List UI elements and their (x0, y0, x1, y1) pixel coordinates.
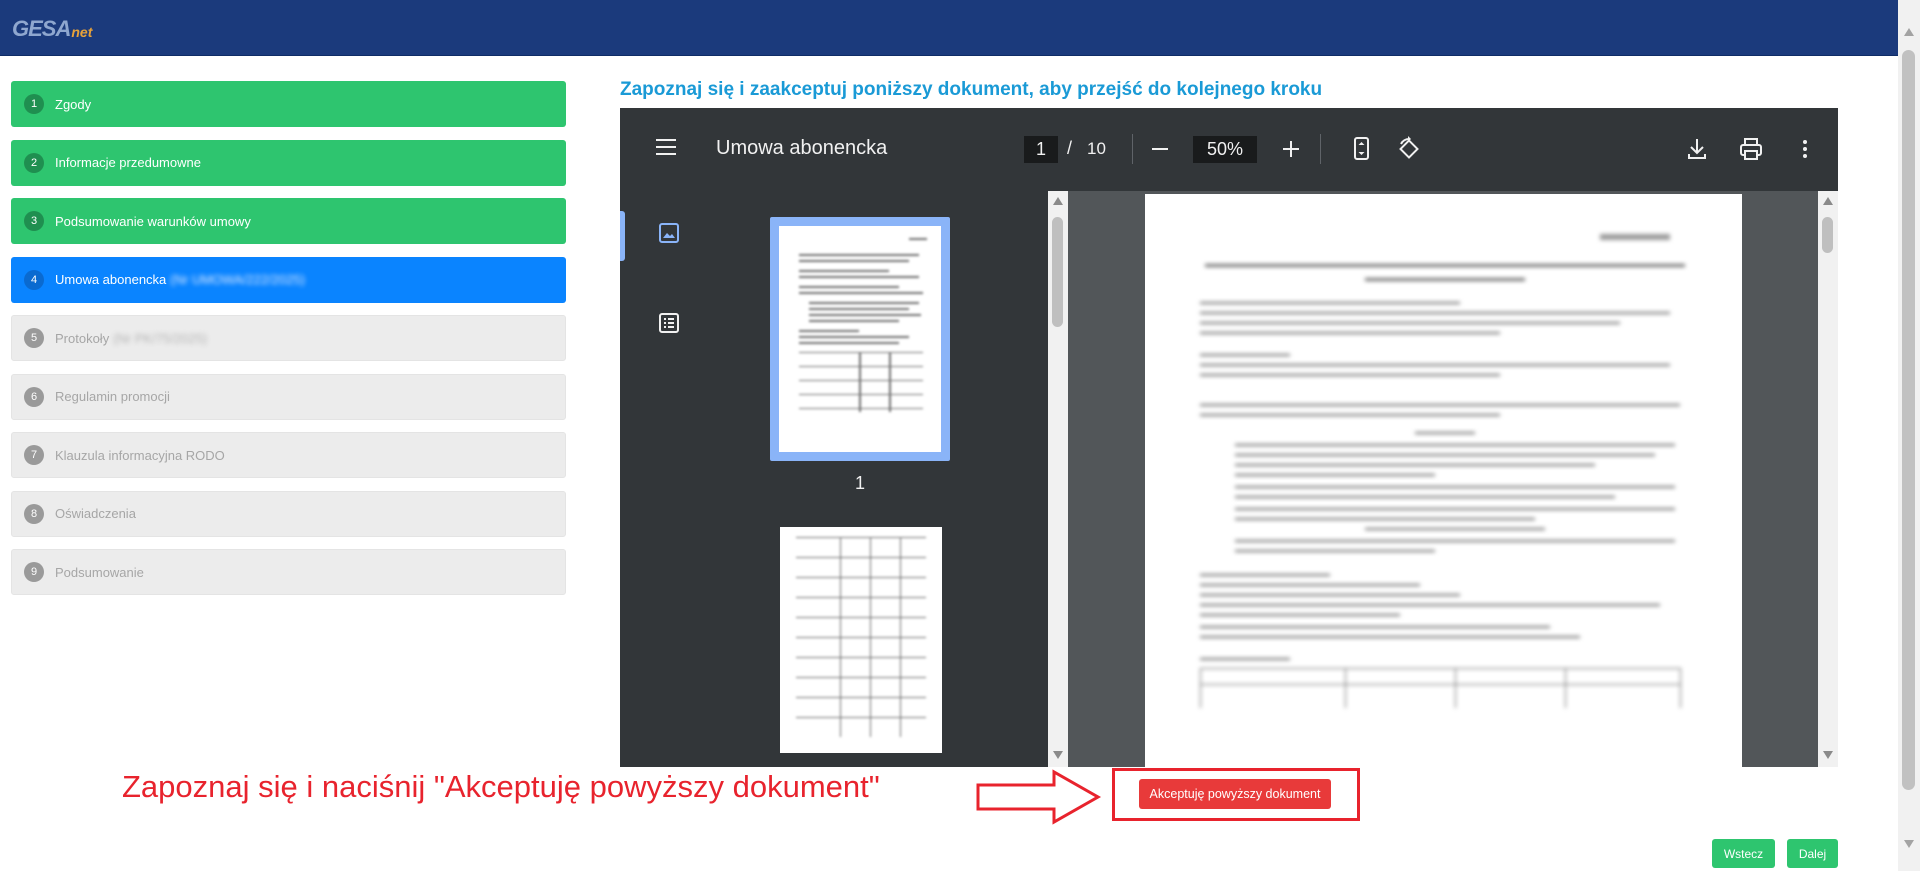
scroll-up-arrow-icon[interactable] (1053, 197, 1063, 205)
step-label: Zgody (55, 96, 92, 112)
sidebar-scrollbar-thumb[interactable] (1052, 217, 1063, 327)
page-separator: / (1067, 138, 1073, 158)
step-item-zgody[interactable]: 1 Zgody (11, 81, 566, 127)
step-item-regulamin-promocji[interactable]: 6 Regulamin promocji (11, 373, 566, 420)
step-document-number: (Nr UMOWA/222/2025) (170, 272, 305, 287)
step-number-badge: 4 (24, 269, 44, 290)
active-tab-indicator (620, 211, 625, 261)
scroll-up-arrow-icon[interactable] (1823, 197, 1833, 205)
page-total: 10 (1087, 139, 1106, 158)
gesanet-logo[interactable]: GESA net (12, 14, 92, 42)
pdf-sidebar: 1 (620, 191, 1048, 767)
pdf-toolbar: Umowa abonencka 1 / 10 50% (620, 108, 1838, 191)
scroll-down-arrow-icon[interactable] (1053, 751, 1063, 759)
logo-sub-text: net (71, 24, 93, 40)
sidebar-scrollbar[interactable] (1048, 191, 1068, 767)
instruction-heading: Zapoznaj się i zaakceptuj poniższy dokum… (620, 79, 1323, 100)
step-item-protokoly[interactable]: 5 Protokoły (Nr PK/75/2025) (11, 315, 566, 361)
annotation-instruction-text: Zapoznaj się i naciśnij "Akceptuję powyż… (122, 769, 880, 804)
zoom-in-icon[interactable] (1283, 141, 1299, 157)
thumbnail-page-label: 1 (854, 473, 865, 493)
document-scrollbar-thumb[interactable] (1822, 217, 1833, 253)
top-header-bar: GESA net (0, 0, 1898, 56)
step-number-badge: 9 (24, 562, 44, 582)
logo-main-text: GESA (12, 16, 71, 41)
more-vert-icon[interactable] (1790, 134, 1820, 164)
step-label: Regulamin promocji (55, 389, 170, 404)
step-label: Umowa abonencka (55, 272, 167, 287)
step-number-badge: 3 (24, 211, 44, 231)
step-item-oswiadczenia[interactable]: 8 Oświadczenia (11, 490, 566, 537)
toolbar-divider (1320, 134, 1321, 164)
step-number-badge: 1 (24, 94, 44, 114)
page-thumbnail-2[interactable] (780, 527, 942, 753)
fit-page-icon[interactable] (1346, 134, 1376, 164)
step-item-informacje-przedumowne[interactable]: 2 Informacje przedumowne (11, 139, 566, 186)
step-label: Protokoły (55, 330, 110, 346)
accept-document-button[interactable]: Akceptuję powyższy dokument (1139, 779, 1331, 809)
step-item-podsumowanie[interactable]: 9 Podsumowanie (11, 549, 566, 595)
steps-list: 1 Zgody 2 Informacje przedumowne 3 Podsu… (11, 81, 566, 608)
step-item-podsumowanie-warunkow[interactable]: 3 Podsumowanie warunków umowy (11, 198, 566, 244)
step-item-klauzula-rodo[interactable]: 7 Klauzula informacyjna RODO (11, 432, 566, 478)
pdf-document-title: Umowa abonencka (716, 137, 888, 159)
back-button[interactable]: Wstecz (1712, 839, 1775, 868)
download-icon[interactable] (1682, 134, 1712, 164)
zoom-out-icon[interactable] (1152, 148, 1168, 150)
step-label: Informacje przedumowne (55, 155, 201, 170)
thumbnails-icon[interactable] (657, 221, 681, 245)
thumbnail-page-image (779, 226, 941, 452)
step-number-badge: 8 (24, 503, 44, 524)
rotate-icon[interactable] (1394, 134, 1424, 164)
page-thumbnail-1[interactable] (770, 217, 950, 461)
step-label: Oświadczenia (55, 506, 136, 521)
next-button[interactable]: Dalej (1787, 839, 1838, 868)
step-label: Podsumowanie warunków umowy (55, 213, 251, 229)
step-number-badge: 7 (24, 445, 44, 465)
step-number-badge: 6 (24, 386, 44, 407)
step-label: Podsumowanie (55, 564, 144, 580)
document-scrollbar[interactable] (1818, 191, 1838, 767)
scroll-down-arrow-icon[interactable] (1904, 840, 1914, 848)
zoom-level-input[interactable]: 50% (1193, 136, 1257, 163)
step-number-badge: 5 (24, 328, 44, 348)
print-icon[interactable] (1736, 134, 1766, 164)
pdf-viewer: Umowa abonencka 1 / 10 50% 1 (620, 108, 1838, 767)
step-number-badge: 2 (24, 152, 44, 173)
scroll-up-arrow-icon[interactable] (1904, 28, 1914, 36)
page-scrollbar[interactable] (1898, 0, 1920, 871)
step-document-number: (Nr PK/75/2025) (113, 330, 208, 346)
menu-icon[interactable] (656, 139, 676, 155)
outline-icon[interactable] (657, 311, 681, 335)
step-label: Klauzula informacyjna RODO (55, 447, 225, 463)
pdf-page-content (1145, 194, 1742, 767)
page-number-input[interactable]: 1 (1024, 136, 1058, 163)
annotation-arrow-icon (976, 769, 1102, 830)
toolbar-divider (1132, 134, 1133, 164)
scroll-down-arrow-icon[interactable] (1823, 751, 1833, 759)
step-item-umowa-abonencka[interactable]: 4 Umowa abonencka (Nr UMOWA/222/2025) (11, 256, 566, 303)
page-scrollbar-thumb[interactable] (1902, 50, 1915, 790)
